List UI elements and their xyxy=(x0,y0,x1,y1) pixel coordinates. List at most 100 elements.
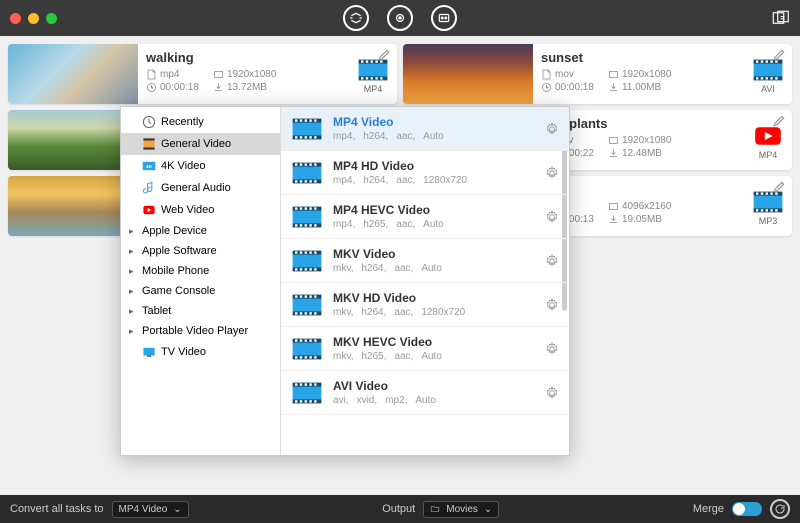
format-tags: mp4,h265,aac,Auto xyxy=(333,219,559,230)
category-item[interactable]: ▸Game Console xyxy=(121,281,280,301)
close-window-button[interactable] xyxy=(10,13,21,24)
video-meta: mkv00:00:22 1920x108012.48MB xyxy=(541,135,784,159)
video-thumbnail xyxy=(403,44,533,104)
format-title: AVI Video xyxy=(333,379,559,393)
merge-toggle[interactable] xyxy=(732,502,762,516)
bottombar: Convert all tasks to MP4 Video ⌄ Output … xyxy=(0,495,800,523)
output-format-badge[interactable]: MP4 xyxy=(752,124,784,160)
format-tags: mp4,h264,aac,1280x720 xyxy=(333,175,559,186)
expand-arrow-icon: ▸ xyxy=(129,306,137,317)
format-item[interactable]: MP4 HD Video mp4,h264,aac,1280x720 xyxy=(281,151,569,195)
chevron-down-icon: ⌄ xyxy=(484,504,492,515)
expand-arrow-icon: ▸ xyxy=(129,246,137,257)
gear-icon[interactable] xyxy=(545,122,559,136)
output-label: Output xyxy=(382,503,415,515)
video-meta: mp400:00:18 1920x108013.72MB xyxy=(146,69,389,93)
edit-icon[interactable] xyxy=(772,114,786,128)
category-item[interactable]: Web Video xyxy=(121,199,280,221)
category-label: Portable Video Player xyxy=(142,325,248,337)
category-label: Apple Device xyxy=(142,225,207,237)
expand-arrow-icon: ▸ xyxy=(129,266,137,277)
minimize-window-button[interactable] xyxy=(28,13,39,24)
clock-icon xyxy=(142,115,156,129)
preview-icon[interactable] xyxy=(770,9,790,27)
edit-icon[interactable] xyxy=(772,180,786,194)
format-icon xyxy=(291,293,323,317)
format-list: MP4 Video mp4,h264,aac,Auto MP4 HD Video… xyxy=(281,107,569,455)
category-list: Recently General Video 4K4K VideoGeneral A… xyxy=(121,107,281,455)
output-format-badge[interactable]: AVI xyxy=(752,58,784,94)
video-title: rine-plants xyxy=(541,116,784,131)
tv-icon xyxy=(142,345,156,359)
convert-all-label: Convert all tasks to xyxy=(10,503,104,515)
category-label: Mobile Phone xyxy=(142,265,209,277)
video-title: walking xyxy=(146,50,389,65)
gear-icon[interactable] xyxy=(545,298,559,312)
category-item[interactable]: ▸Apple Device xyxy=(121,221,280,241)
start-convert-button[interactable] xyxy=(770,499,790,519)
format-tags: mkv,h265,aac,Auto xyxy=(333,351,559,362)
output-format-badge[interactable]: MP4 xyxy=(357,58,389,94)
output-select[interactable]: Movies ⌄ xyxy=(423,501,499,518)
format-icon xyxy=(291,117,323,141)
edit-icon[interactable] xyxy=(377,48,391,62)
category-item[interactable]: ▸Portable Video Player xyxy=(121,321,280,341)
format-item[interactable]: MKV Video mkv,h264,aac,Auto xyxy=(281,239,569,283)
video-title: sunset xyxy=(541,50,784,65)
format-title: MKV Video xyxy=(333,247,559,261)
format-icon xyxy=(291,161,323,185)
category-item[interactable]: General Video xyxy=(121,133,280,155)
format-tags: mkv,h264,aac,1280x720 xyxy=(333,307,559,318)
gear-icon[interactable] xyxy=(545,342,559,356)
format-title: MKV HEVC Video xyxy=(333,335,559,349)
gear-icon[interactable] xyxy=(545,254,559,268)
video-thumbnail xyxy=(8,110,138,170)
format-title: MP4 HEVC Video xyxy=(333,203,559,217)
category-item[interactable]: ▸Apple Software xyxy=(121,241,280,261)
format-item[interactable]: AVI Video avi,xvid,mp2,Auto xyxy=(281,371,569,415)
format-title: MKV HD Video xyxy=(333,291,559,305)
category-item[interactable]: General Audio xyxy=(121,177,280,199)
category-item[interactable]: Recently xyxy=(121,111,280,133)
format-item[interactable]: MP4 HEVC Video mp4,h265,aac,Auto xyxy=(281,195,569,239)
category-label: 4K Video xyxy=(161,160,205,172)
task-card[interactable]: walking mp400:00:18 1920x108013.72MB MP4 xyxy=(8,44,397,104)
format-item[interactable]: MKV HEVC Video mkv,h265,aac,Auto xyxy=(281,327,569,371)
convert-tab[interactable] xyxy=(343,5,369,31)
convert-all-value: MP4 Video xyxy=(119,504,168,515)
gear-icon[interactable] xyxy=(545,210,559,224)
chevron-down-icon: ⌄ xyxy=(173,504,181,515)
gear-icon[interactable] xyxy=(545,386,559,400)
category-label: Tablet xyxy=(142,305,171,317)
maximize-window-button[interactable] xyxy=(46,13,57,24)
content-area: walking mp400:00:18 1920x108013.72MB MP4… xyxy=(0,36,800,495)
category-item[interactable]: ▸ Mobile Phone xyxy=(121,261,280,281)
refresh-icon xyxy=(774,503,786,515)
record-tab[interactable] xyxy=(387,5,413,31)
video-thumbnail xyxy=(8,44,138,104)
category-label: General Video xyxy=(161,138,231,150)
toolbox-tab[interactable] xyxy=(431,5,457,31)
category-label: Web Video xyxy=(161,204,214,216)
task-card[interactable]: sunset mov00:00:18 1920x108011.00MB AVI xyxy=(403,44,792,104)
window-controls xyxy=(10,13,57,24)
format-title: MP4 HD Video xyxy=(333,159,559,173)
category-label: TV Video xyxy=(161,346,206,358)
format-item[interactable]: MP4 Video mp4,h264,aac,Auto xyxy=(281,107,569,151)
merge-label: Merge xyxy=(693,503,724,515)
output-format-badge[interactable]: MP3 xyxy=(752,190,784,226)
video-meta: nts00:00:13 4096x216019.05MB xyxy=(541,201,784,225)
format-icon xyxy=(291,205,323,229)
output-value: Movies xyxy=(446,504,478,515)
titlebar xyxy=(0,0,800,36)
edit-icon[interactable] xyxy=(772,48,786,62)
category-item[interactable]: ▸ Tablet xyxy=(121,301,280,321)
format-tags: mp4,h264,aac,Auto xyxy=(333,131,559,142)
category-item[interactable]: TV Video xyxy=(121,341,280,363)
film-icon xyxy=(142,137,156,151)
note-icon xyxy=(142,181,156,195)
category-item[interactable]: 4K4K Video xyxy=(121,155,280,177)
convert-all-select[interactable]: MP4 Video ⌄ xyxy=(112,501,189,518)
format-item[interactable]: MKV HD Video mkv,h264,aac,1280x720 xyxy=(281,283,569,327)
gear-icon[interactable] xyxy=(545,166,559,180)
